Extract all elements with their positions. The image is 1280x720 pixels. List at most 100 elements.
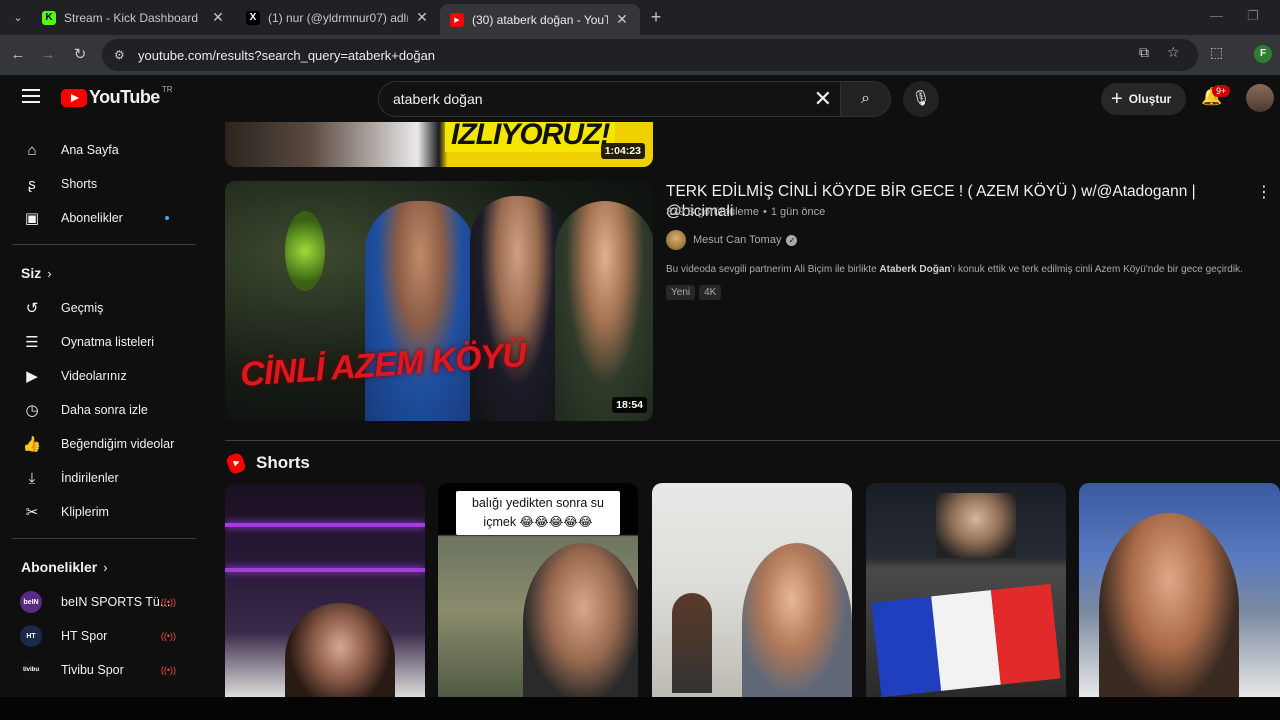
channel-avatar: tivibu [20,659,42,681]
new-tab-icon[interactable]: + [646,7,666,27]
search-button[interactable]: ⌕ [841,81,891,117]
tab-youtube[interactable]: ▶ (30) ataberk doğan - YouTube ✕ [440,4,640,35]
sidebar-item-label: Geçmiş [61,301,104,315]
more-options-icon[interactable]: ⋮ [1256,182,1272,202]
flag-stripe-blue [871,596,942,697]
sidebar-item-your-videos[interactable]: ▶ Videolarınız [12,359,198,393]
sidebar: ⌂ Ana Sayfa ʂ Shorts ▣ Abonelikler Siz › … [0,122,210,697]
sidebar-item-label: Videolarınız [61,369,127,383]
extensions-icon[interactable]: ⬚ [1210,44,1223,61]
tab-x[interactable]: X (1) nur (@yldrmnur07) adlı kulla ✕ [236,4,440,31]
create-label: Oluştur [1128,92,1172,106]
notification-badge: 9+ [1212,85,1231,97]
clear-search-icon[interactable]: ✕ [814,87,832,111]
playlists-icon: ☰ [25,334,39,351]
divider [12,538,196,539]
verified-check-icon: ✓ [786,234,798,246]
create-button[interactable]: + Oluştur [1101,83,1186,115]
video-badges: Yeni 4K [666,285,725,300]
close-tab-icon[interactable]: ✕ [414,9,430,26]
install-app-icon[interactable]: ⧉ [1139,44,1149,61]
thumbnail-figure [285,211,325,291]
voice-search-button[interactable]: 🎙 [903,81,939,117]
youtube-play-icon [61,88,87,107]
tab-title: (1) nur (@yldrmnur07) adlı kulla [268,10,408,25]
sidebar-item-clips[interactable]: ✂ Kliplerim [12,495,198,529]
subscription-tivibu-spor[interactable]: tivibu Tivibu Spor ((•)) [12,653,198,687]
address-bar[interactable]: ⚙ youtube.com/results?search_query=atabe… [102,39,1198,71]
browser-toolbar: ← → ↻ ⚙ youtube.com/results?search_query… [0,35,1280,75]
youtube-favicon-icon: ▶ [450,12,464,27]
channel-avatar [666,230,686,250]
url-text: youtube.com/results?search_query=ataberk… [138,47,436,63]
chevron-right-icon: › [103,560,108,575]
view-count: 339 B görüntüleme [666,206,759,218]
home-icon: ⌂ [27,141,37,159]
sidebar-subscriptions-header[interactable]: Abonelikler › [21,559,108,575]
sidebar-item-watch-later[interactable]: ◷ Daha sonra izle [12,393,198,427]
forward-icon[interactable]: → [38,45,58,65]
short-caption: balığı yedikten sonra su içmek 😂😂😂😂😂 [456,491,620,535]
sidebar-item-liked-videos[interactable]: 👍 Beğendiğim videolar [12,427,198,461]
site-info-icon[interactable]: ⚙ [114,48,128,62]
video-description: Bu videoda sevgili partnerim Ali Biçim i… [666,264,1266,275]
search-input[interactable]: ataberk doğan ✕ [378,81,841,117]
sidebar-item-label: Abonelikler [61,211,123,225]
bookmark-star-icon[interactable]: ☆ [1167,44,1180,61]
subscription-ht-spor[interactable]: HT HT Spor ((•)) [12,619,198,653]
downloads-icon: ⤓ [28,469,36,487]
channel-name: Mesut Can Tomay [693,234,782,246]
channel-name: Tivibu Spor [61,663,124,677]
tab-title: Stream - Kick Dashboard [64,10,199,25]
short-card[interactable] [652,483,852,697]
sidebar-item-shorts[interactable]: ʂ Shorts [12,167,198,201]
live-icon: ((•)) [160,631,176,641]
minimize-icon[interactable]: — [1210,8,1223,23]
restore-icon[interactable]: ❐ [1247,8,1259,24]
section-title: Abonelikler [21,559,98,575]
new-content-dot [165,216,169,220]
live-icon: ((•)) [160,597,176,607]
menu-icon[interactable] [22,89,40,103]
sidebar-item-playlists[interactable]: ☰ Oynatma listeleri [12,325,198,359]
sidebar-you-header[interactable]: Siz › [21,265,52,281]
live-icon: ((•)) [160,665,176,675]
thumbnail-webcam [936,493,1016,558]
short-card[interactable] [1079,483,1280,697]
reload-icon[interactable]: ↻ [70,45,90,65]
short-card[interactable] [866,483,1066,697]
short-card[interactable] [225,483,425,697]
history-icon: ↺ [25,300,39,317]
sidebar-item-label: Beğendiğim videolar [61,437,175,451]
close-tab-icon[interactable]: ✕ [614,11,630,28]
subscriptions-icon: ▣ [24,210,40,227]
tab-search-icon[interactable]: ⌄ [8,8,28,28]
badge-new: Yeni [666,285,696,300]
sidebar-item-subscriptions[interactable]: ▣ Abonelikler [12,201,198,235]
sidebar-item-home[interactable]: ⌂ Ana Sayfa [12,133,198,167]
channel-link[interactable]: Mesut Can Tomay ✓ [666,230,798,250]
french-flag [871,583,1061,697]
sidebar-item-label: İndirilenler [61,471,119,485]
back-icon[interactable]: ← [8,45,28,65]
video-thumbnail[interactable]: CİNLİ AZEM KÖYÜ 18:54 [225,181,653,421]
short-card[interactable]: balığı yedikten sonra su içmek 😂😂😂😂😂 [438,483,638,697]
subscription-bein-sports[interactable]: beIN beIN SPORTS Tü... ((•)) [12,585,198,619]
account-avatar[interactable] [1246,84,1274,112]
search-value: ataberk doğan [393,91,483,107]
microphone-icon: 🎙 [911,90,931,107]
browser-profile-avatar[interactable]: F [1254,45,1272,63]
sidebar-item-label: Oynatma listeleri [61,335,155,349]
close-tab-icon[interactable]: ✕ [210,9,226,26]
description-text: 'ı konuk ettik ve terk edilmiş cinli Aze… [950,264,1243,275]
shorts-icon: ʂ [28,175,36,193]
sidebar-item-history[interactable]: ↺ Geçmiş [12,291,198,325]
thumbnail-person [470,196,565,421]
thumbnail-light [225,523,425,527]
previous-video-thumbnail[interactable]: IZLIYORUZ! 1:04:23 [225,122,653,167]
sidebar-item-downloads[interactable]: ⤓ İndirilenler [12,461,198,495]
tab-kick[interactable]: K Stream - Kick Dashboard ✕ [32,4,236,31]
flag-stripe-white [931,590,1001,691]
thumbnail-text: IZLIYORUZ! [445,122,616,152]
youtube-logo[interactable]: YouTube TR [61,85,173,108]
